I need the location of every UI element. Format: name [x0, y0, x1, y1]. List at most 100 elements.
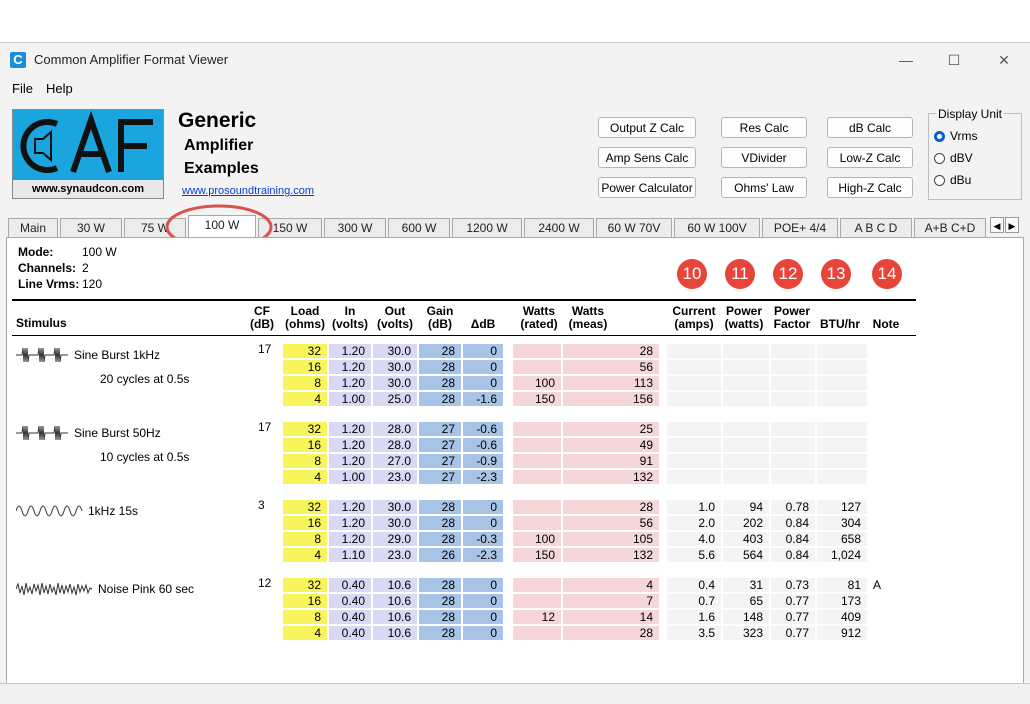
- tab-scroll-left-icon[interactable]: ◀: [990, 217, 1004, 233]
- cell-meas: 7: [563, 594, 659, 608]
- caf-logo-graphic: [20, 110, 153, 173]
- maximize-button[interactable]: ☐: [938, 49, 970, 71]
- power-calculator-button[interactable]: Power Calculator: [598, 177, 696, 198]
- header-note: Note: [872, 317, 900, 331]
- cell-btu: [817, 470, 867, 484]
- mode-value: 100 W: [82, 245, 117, 259]
- cell-pf: [771, 360, 815, 374]
- cell-gain: 28: [419, 392, 461, 406]
- amp-sens-calc-button[interactable]: Amp Sens Calc: [598, 147, 696, 168]
- cell-rated: [513, 438, 561, 452]
- cell-out: 30.0: [373, 516, 417, 530]
- cell-load: 4: [283, 470, 327, 484]
- cell-pf: 0.84: [771, 532, 815, 546]
- cell-rated: [513, 470, 561, 484]
- menu-help[interactable]: Help: [46, 81, 73, 96]
- cell-out: 25.0: [373, 392, 417, 406]
- res-calc-button[interactable]: Res Calc: [721, 117, 807, 138]
- cell-rated: 100: [513, 376, 561, 390]
- cell-in: 1.20: [329, 422, 371, 436]
- cell-power: [723, 376, 769, 390]
- cell-note: [869, 516, 899, 530]
- tab-ab-cd[interactable]: A+B C+D: [914, 218, 986, 237]
- cell-out: 30.0: [373, 500, 417, 514]
- cell-gain: 28: [419, 500, 461, 514]
- cell-btu: 127: [817, 500, 867, 514]
- crest-factor-value: 3: [258, 498, 265, 512]
- radio-vrms[interactable]: Vrms: [934, 129, 978, 143]
- radio-dbv[interactable]: dBV: [934, 151, 973, 165]
- cell-ddb: -0.3: [463, 532, 503, 546]
- header-out: Out (volts): [377, 304, 413, 331]
- tab-600w[interactable]: 600 W: [388, 218, 450, 237]
- burst-wave-icon: [16, 425, 68, 441]
- prosound-link[interactable]: www.prosoundtraining.com: [182, 185, 314, 197]
- tab-60w-100v[interactable]: 60 W 100V: [674, 218, 760, 237]
- ohms-law-button[interactable]: Ohms' Law: [721, 177, 807, 198]
- tab-main[interactable]: Main: [8, 218, 58, 237]
- cell-in: 1.20: [329, 532, 371, 546]
- output-z-calc-button[interactable]: Output Z Calc: [598, 117, 696, 138]
- cell-btu: 658: [817, 532, 867, 546]
- cell-load: 32: [283, 578, 327, 592]
- cell-gain: 28: [419, 360, 461, 374]
- cell-rated: [513, 516, 561, 530]
- vdivider-button[interactable]: VDivider: [721, 147, 807, 168]
- cell-pf: 0.77: [771, 626, 815, 640]
- header-btu: BTU/hr: [820, 317, 860, 331]
- cell-ddb: -0.6: [463, 438, 503, 452]
- cell-power: 31: [723, 578, 769, 592]
- cell-out: 10.6: [373, 610, 417, 624]
- tab-60w-70v[interactable]: 60 W 70V: [596, 218, 672, 237]
- tab-poe[interactable]: POE+ 4/4: [762, 218, 838, 237]
- cell-load: 16: [283, 438, 327, 452]
- radio-dbu[interactable]: dBu: [934, 173, 971, 187]
- callout-badge: 11: [725, 259, 755, 289]
- radio-selected-icon: [934, 131, 945, 142]
- cell-load: 16: [283, 360, 327, 374]
- cell-meas: 49: [563, 438, 659, 452]
- title-bar[interactable]: C Common Amplifier Format Viewer — ☐ ✕: [0, 43, 1030, 77]
- cell-gain: 27: [419, 470, 461, 484]
- cell-pf: 0.77: [771, 594, 815, 608]
- cell-in: 1.00: [329, 392, 371, 406]
- tab-300w[interactable]: 300 W: [324, 218, 386, 237]
- cell-note: [869, 422, 899, 436]
- brand-title: Generic: [178, 109, 257, 132]
- cell-rated: [513, 360, 561, 374]
- cell-note: [869, 454, 899, 468]
- menu-file[interactable]: File: [12, 81, 33, 96]
- cell-current: [667, 438, 721, 452]
- brand-subtitle-1: Amplifier: [184, 137, 254, 154]
- cell-note: [869, 360, 899, 374]
- cell-in: 1.20: [329, 344, 371, 358]
- cell-load: 16: [283, 594, 327, 608]
- app-window: C Common Amplifier Format Viewer — ☐ ✕ F…: [0, 42, 1030, 704]
- tab-scroll-right-icon[interactable]: ▶: [1005, 217, 1019, 233]
- close-button[interactable]: ✕: [988, 49, 1020, 71]
- cell-meas: 28: [563, 626, 659, 640]
- cell-meas: 25: [563, 422, 659, 436]
- cell-ddb: 0: [463, 578, 503, 592]
- line-vrms-label: Line Vrms:: [18, 277, 80, 291]
- cell-meas: 14: [563, 610, 659, 624]
- tab-30w[interactable]: 30 W: [60, 218, 122, 237]
- logo-url: www.synaudcon.com: [13, 180, 163, 198]
- cell-ddb: -1.6: [463, 392, 503, 406]
- cell-rated: 150: [513, 392, 561, 406]
- minimize-button[interactable]: —: [890, 49, 922, 71]
- header-watts-rated: Watts (rated): [520, 304, 558, 331]
- cell-note: [869, 594, 899, 608]
- cell-gain: 28: [419, 578, 461, 592]
- tab-1200w[interactable]: 1200 W: [452, 218, 522, 237]
- cell-load: 8: [283, 454, 327, 468]
- tab-2400w[interactable]: 2400 W: [524, 218, 594, 237]
- cell-note: [869, 438, 899, 452]
- cell-out: 30.0: [373, 376, 417, 390]
- tab-abcd[interactable]: A B C D: [840, 218, 912, 237]
- high-z-calc-button[interactable]: High-Z Calc: [827, 177, 913, 198]
- cell-btu: [817, 392, 867, 406]
- low-z-calc-button[interactable]: Low-Z Calc: [827, 147, 913, 168]
- db-calc-button[interactable]: dB Calc: [827, 117, 913, 138]
- cell-in: 1.10: [329, 548, 371, 562]
